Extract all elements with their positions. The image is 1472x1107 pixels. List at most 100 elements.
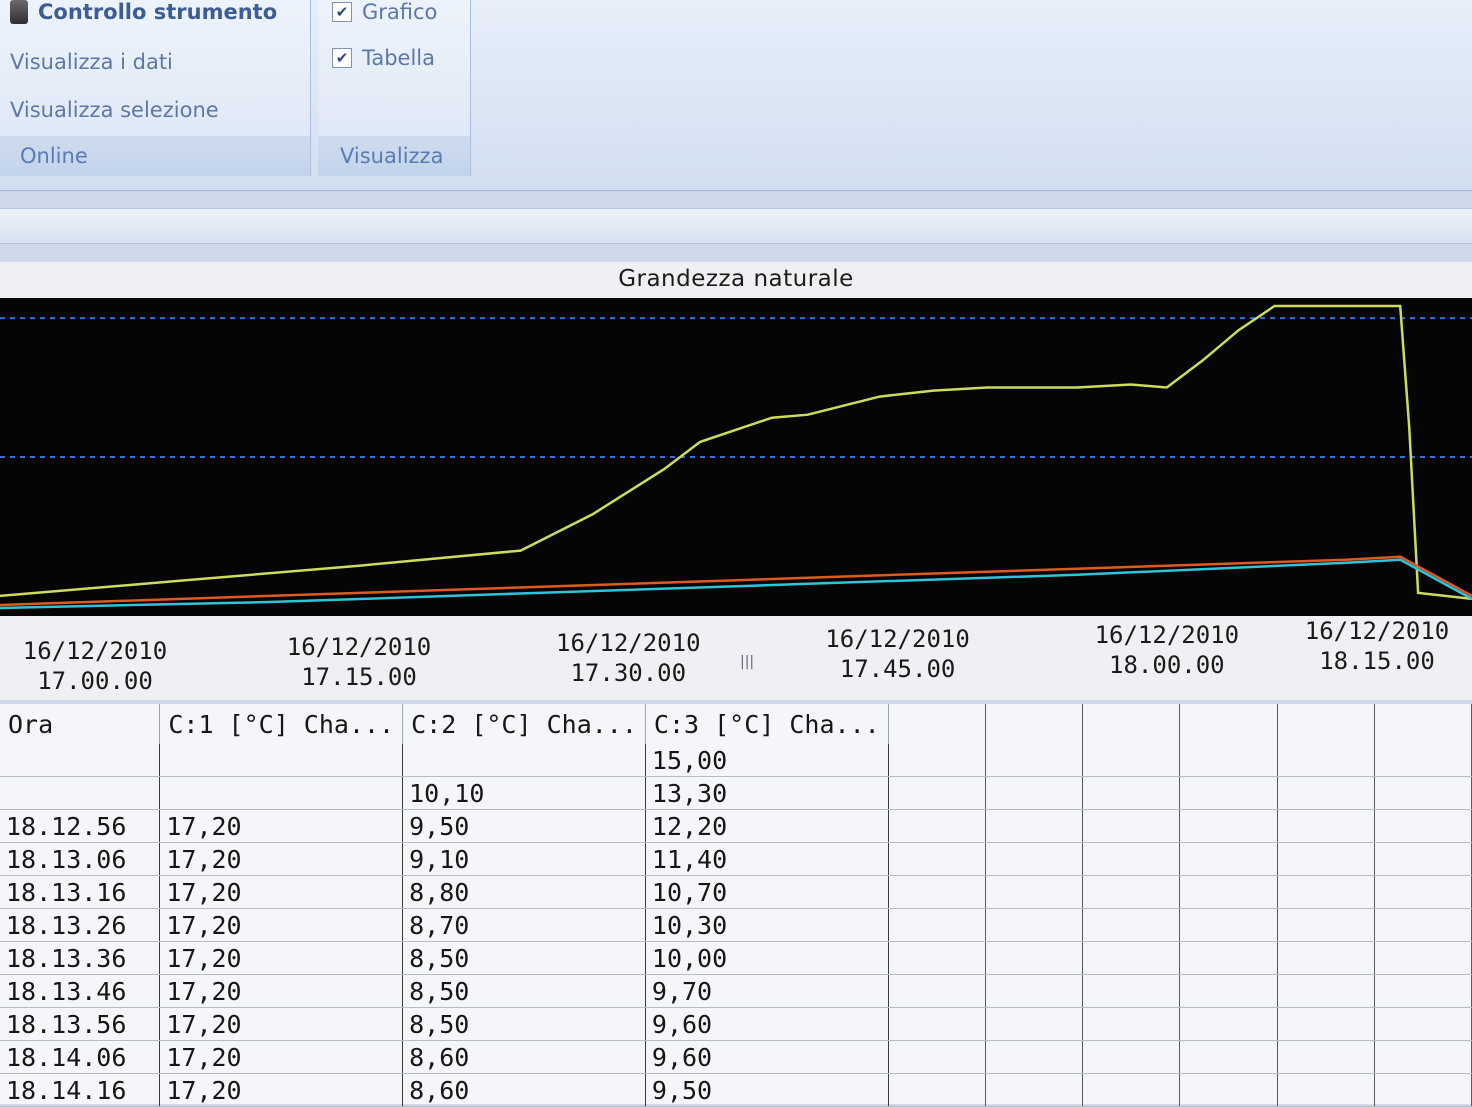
cell-channel-1: 17,20	[159, 809, 404, 843]
cell-empty	[1179, 809, 1278, 843]
cell-empty	[1082, 974, 1181, 1008]
x-tick-time: 18.15.00	[1319, 647, 1435, 675]
x-tick-label: 16/12/2010 18.15.00	[1282, 616, 1472, 676]
x-tick-date: 16/12/2010	[556, 629, 701, 657]
table-row[interactable]: 18.13.36 17,20 8,50 10,00	[0, 941, 1472, 975]
table-row[interactable]: 18.13.06 17,20 9,10 11,40	[0, 842, 1472, 876]
data-table-panel: Ora C:1 [°C] Cha... C:2 [°C] Cha... C:3 …	[0, 704, 1472, 1107]
table-row[interactable]: 18.13.46 17,20 8,50 9,70	[0, 974, 1472, 1008]
cell-empty	[1082, 809, 1181, 843]
cell-empty	[1374, 908, 1472, 942]
table-row[interactable]: 15,00	[0, 744, 1472, 777]
x-tick-date: 16/12/2010	[286, 633, 432, 661]
cell-time: 18.13.16	[0, 875, 161, 909]
table-row[interactable]: 18.14.06 17,20 8,60 9,60	[0, 1040, 1472, 1074]
cell-time: 18.13.36	[0, 941, 161, 975]
cell-empty	[1277, 809, 1375, 843]
cell-channel-1: 17,20	[159, 941, 404, 975]
cell-empty	[1277, 875, 1375, 909]
header-empty	[888, 704, 986, 744]
header-channel-3[interactable]: C:3 [°C] Cha...	[645, 704, 889, 744]
table-checkbox-label: Tabella	[362, 46, 436, 70]
table-checkbox-item[interactable]: ✔ Tabella	[332, 46, 435, 70]
graph-checkbox-item[interactable]: ✔ Grafico	[332, 0, 437, 24]
chart-plot[interactable]	[0, 298, 1472, 616]
cell-channel-3: 9,60	[645, 1040, 889, 1074]
cell-empty	[1374, 744, 1472, 777]
online-group-label: Online	[0, 136, 310, 176]
cell-empty	[1374, 941, 1472, 975]
cell-empty	[1082, 1073, 1181, 1107]
cell-empty	[1374, 809, 1472, 843]
splitter-handle[interactable]: |||	[740, 654, 754, 670]
header-channel-1[interactable]: C:1 [°C] Cha...	[159, 704, 404, 744]
series-line-1	[0, 304, 1472, 601]
cell-time: 18.13.46	[0, 974, 161, 1008]
cell-channel-1: 17,20	[159, 908, 404, 942]
x-tick-label: 16/12/2010 17.30.00	[533, 628, 723, 688]
view-data-button[interactable]: Visualizza i dati	[10, 50, 173, 74]
cell-empty	[888, 1040, 986, 1074]
ribbon: Controllo strumento Visualizza i dati Vi…	[0, 0, 1472, 191]
x-axis-ticks: 16/12/2010 17.00.00 16/12/2010 17.15.00 16/1…	[0, 617, 1472, 700]
table-row[interactable]: 18.12.56 17,20 9,50 12,20	[0, 809, 1472, 843]
cell-empty	[1374, 776, 1472, 810]
header-empty	[1277, 704, 1375, 744]
cell-empty	[985, 776, 1084, 810]
cell-empty	[1179, 776, 1278, 810]
series-line-3	[0, 558, 1472, 610]
table-row[interactable]: 10,10 13,30	[0, 776, 1472, 810]
header-time[interactable]: Ora	[0, 704, 161, 744]
online-group: Controllo strumento Visualizza i dati Vi…	[0, 0, 311, 176]
cell-time: 18.13.06	[0, 842, 161, 876]
cell-empty	[1277, 1073, 1375, 1107]
cell-channel-2: 9,10	[402, 842, 646, 876]
table-checkbox[interactable]: ✔	[332, 48, 352, 68]
cell-empty	[985, 974, 1084, 1008]
cell-channel-3: 9,50	[645, 1073, 889, 1107]
x-tick-date: 16/12/2010	[1094, 621, 1240, 649]
view-selection-label: Visualizza selezione	[10, 98, 219, 122]
cell-empty	[1277, 744, 1375, 777]
cell-empty	[1277, 908, 1375, 942]
cell-empty	[985, 842, 1084, 876]
cell-empty	[1374, 974, 1472, 1008]
cell-channel-3: 12,20	[645, 809, 889, 843]
header-empty	[1179, 704, 1278, 744]
device-icon	[10, 0, 28, 24]
instrument-control-button[interactable]: Controllo strumento	[10, 0, 277, 24]
cell-empty	[1179, 1073, 1278, 1107]
cell-empty	[1179, 941, 1278, 975]
cell-channel-3: 9,70	[645, 974, 889, 1008]
x-tick-label: 16/12/2010 17.00.00	[0, 636, 190, 696]
x-tick-time: 17.15.00	[301, 663, 417, 691]
cell-channel-2: 8,50	[402, 941, 646, 975]
header-empty	[1082, 704, 1181, 744]
toolbar-strip	[0, 208, 1472, 244]
x-tick-time: 17.30.00	[570, 659, 687, 687]
cell-empty	[1277, 974, 1375, 1008]
cell-empty	[985, 875, 1084, 909]
cell-empty	[888, 1073, 986, 1107]
x-tick-time: 17.00.00	[37, 667, 153, 695]
table-row[interactable]: 18.13.26 17,20 8,70 10,30	[0, 908, 1472, 942]
cell-empty	[1179, 908, 1278, 942]
cell-empty	[888, 842, 986, 876]
table-row[interactable]: 18.14.16 17,20 8,60 9,50	[0, 1073, 1472, 1107]
graph-checkbox[interactable]: ✔	[332, 2, 352, 22]
header-channel-2[interactable]: C:2 [°C] Cha...	[402, 704, 646, 744]
cell-empty	[985, 1007, 1084, 1041]
cell-empty	[1277, 941, 1375, 975]
cell-empty	[1179, 842, 1278, 876]
table-row[interactable]: 18.13.56 17,20 8,50 9,60	[0, 1007, 1472, 1041]
cell-empty	[1082, 941, 1181, 975]
table-row[interactable]: 18.13.16 17,20 8,80 10,70	[0, 875, 1472, 909]
cell-empty	[985, 941, 1084, 975]
graph-checkbox-label: Grafico	[362, 0, 438, 24]
cell-time: 18.12.56	[0, 809, 161, 843]
cell-empty	[1374, 875, 1472, 909]
cell-empty	[888, 875, 986, 909]
view-selection-button[interactable]: Visualizza selezione	[10, 98, 219, 122]
cell-empty	[1277, 1040, 1375, 1074]
cell-channel-2: 8,50	[402, 974, 646, 1008]
